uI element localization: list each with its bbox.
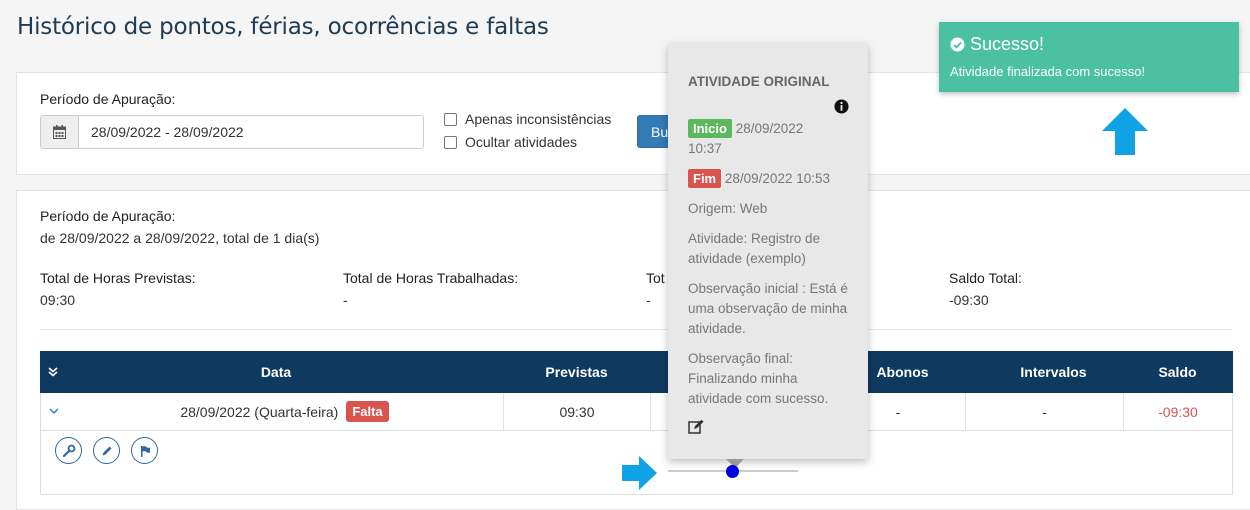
toast-message: Atividade finalizada com sucesso! <box>950 64 1146 79</box>
row-expand-icon[interactable] <box>41 393 66 430</box>
page-title: Histórico de pontos, férias, ocorrências… <box>17 14 549 40</box>
fim-datetime: 28/09/2022 10:53 <box>724 171 830 186</box>
summary-period-text: de 28/09/2022 a 28/09/2022, total de 1 d… <box>40 230 320 246</box>
toast-title-text: Sucesso! <box>970 34 1045 54</box>
edit-icon[interactable] <box>688 419 705 435</box>
checkbox-label: Ocultar atividades <box>465 134 578 150</box>
checkbox-box[interactable] <box>444 112 457 126</box>
toast-title: Sucesso! <box>950 34 1044 55</box>
col-intervalos[interactable]: Intervalos <box>975 351 1132 393</box>
checkbox-apenas-inconsistencias[interactable]: Apenas inconsistências <box>444 111 611 127</box>
activity-popover: ATIVIDADE ORIGINAL Inicio 28/09/2022 10:… <box>668 43 868 459</box>
total-third-label: Tot <box>646 270 665 286</box>
checkbox-label: Apenas inconsistências <box>465 111 612 127</box>
popover-fim: Fim 28/09/2022 10:53 <box>688 169 853 189</box>
total-previstas-value: 09:30 <box>40 292 76 308</box>
col-previstas[interactable]: Previstas <box>503 351 650 393</box>
inicio-date: 28/09/2022 <box>735 121 804 136</box>
wrench-icon[interactable] <box>55 437 82 464</box>
summary-period-label: Período de Apuração: <box>40 208 176 224</box>
flag-icon[interactable] <box>131 437 158 464</box>
total-previstas-label: Total de Horas Previstas: <box>40 270 196 286</box>
date-range-group[interactable]: 28/09/2022 - 28/09/2022 <box>40 115 424 149</box>
calendar-icon[interactable] <box>40 115 78 149</box>
row-intervalos: - <box>966 393 1124 430</box>
date-range-input[interactable]: 28/09/2022 - 28/09/2022 <box>78 115 424 149</box>
info-icon[interactable] <box>834 99 849 114</box>
falta-badge: Falta <box>346 401 389 422</box>
period-label: Período de Apuração: <box>40 91 176 107</box>
check-circle-icon <box>950 37 965 52</box>
inicio-time: 10:37 <box>688 141 722 156</box>
total-trabalhadas-value: - <box>343 292 348 308</box>
total-trabalhadas-label: Total de Horas Trabalhadas: <box>343 270 519 286</box>
success-toast[interactable]: Sucesso! Atividade finalizada com sucess… <box>939 22 1239 92</box>
popover-inicio: Inicio 28/09/2022 10:37 <box>688 119 853 159</box>
row-saldo: -09:30 <box>1158 403 1198 420</box>
arrow-up-icon <box>1102 108 1148 155</box>
row-date: 28/09/2022 (Quarta-feira) <box>180 403 339 420</box>
divider <box>40 329 1232 330</box>
col-data[interactable]: Data <box>65 351 487 393</box>
col-saldo[interactable]: Saldo <box>1125 351 1230 393</box>
row-previstas: 09:30 <box>504 393 651 430</box>
popover-atividade: Atividade: Registro de atividade (exempl… <box>688 231 821 266</box>
fim-tag: Fim <box>688 169 722 188</box>
arrow-right-icon <box>622 456 657 490</box>
checkbox-ocultar-atividades[interactable]: Ocultar atividades <box>444 134 577 150</box>
saldo-total-value: -09:30 <box>949 292 989 308</box>
table-header: Data Previstas Abonos Intervalos Saldo <box>40 351 1233 393</box>
total-third-value: - <box>646 292 651 308</box>
saldo-total-label: Saldo Total: <box>949 270 1022 286</box>
popover-title: ATIVIDADE ORIGINAL <box>688 74 830 89</box>
expand-all-icon[interactable] <box>40 351 65 393</box>
timeline-marker[interactable] <box>726 465 739 478</box>
inicio-tag: Inicio <box>688 119 732 138</box>
popover-origem: Origem: Web <box>688 201 768 216</box>
popover-obs-inicial: Observação inicial : Está é uma observaç… <box>688 281 848 336</box>
table-row[interactable]: 28/09/2022 (Quarta-feira) Falta 09:30 - … <box>40 393 1233 431</box>
pencil-icon[interactable] <box>93 437 120 464</box>
popover-obs-final: Observação final: Finalizando minha ativ… <box>688 351 829 406</box>
row-date-cell: 28/09/2022 (Quarta-feira) Falta <box>66 393 504 430</box>
checkbox-box[interactable] <box>444 135 457 149</box>
